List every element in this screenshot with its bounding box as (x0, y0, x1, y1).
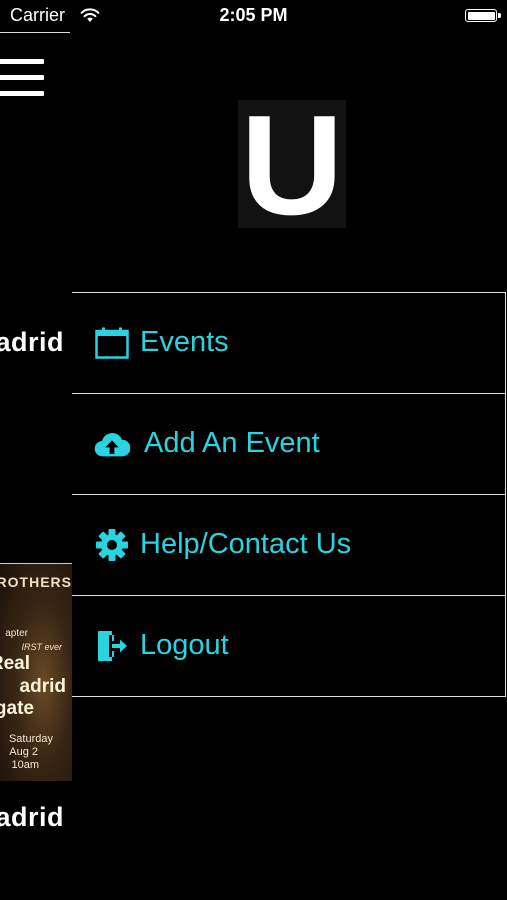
thumbnail-text: Aug 2 (9, 746, 38, 758)
menu-item-label: Events (140, 325, 229, 358)
menu-item-label: Logout (140, 628, 229, 661)
app-logo: U (238, 95, 346, 237)
calendar-icon (94, 325, 130, 361)
thumbnail-text: 10am (11, 759, 39, 771)
side-menu: U Events Add An Event Help/Contact Us Lo… (72, 32, 507, 900)
clock: 2:05 PM (219, 5, 288, 25)
thumbnail-text: Real (0, 653, 30, 674)
thumbnail-text: adrid (19, 676, 66, 697)
gear-icon (94, 527, 130, 563)
event-thumbnail[interactable]: BROTHERS apter IRST ever Real adrid gate… (0, 563, 72, 781)
menu-item-label: Add An Event (144, 426, 320, 459)
menu-item-help[interactable]: Help/Contact Us (72, 494, 506, 595)
thumbnail-text: apter (5, 628, 28, 639)
background-screen: adrid BROTHERS apter IRST ever Real adri… (0, 32, 72, 900)
logo-letter: U (240, 86, 344, 245)
event-title[interactable]: adrid (0, 327, 64, 358)
thumbnail-text: Saturday (8, 733, 53, 745)
battery-level (467, 11, 495, 20)
logout-icon (94, 628, 130, 664)
hamburger-menu-icon[interactable] (0, 59, 44, 99)
menu-item-add-event[interactable]: Add An Event (72, 393, 506, 494)
battery-icon (465, 9, 501, 22)
status-bar: Carrier 2:05 PM (0, 0, 507, 32)
menu-item-events[interactable]: Events (72, 292, 506, 393)
thumbnail-text: IRST ever (21, 642, 62, 652)
menu-item-logout[interactable]: Logout (72, 595, 506, 697)
cloud-upload-icon (94, 426, 130, 462)
menu-list: Events Add An Event Help/Contact Us Logo… (72, 292, 506, 697)
divider (0, 32, 70, 33)
event-title[interactable]: adrid (0, 802, 64, 833)
thumbnail-text: BROTHERS (0, 574, 72, 590)
menu-item-label: Help/Contact Us (140, 527, 352, 560)
thumbnail-text: gate (0, 698, 34, 719)
